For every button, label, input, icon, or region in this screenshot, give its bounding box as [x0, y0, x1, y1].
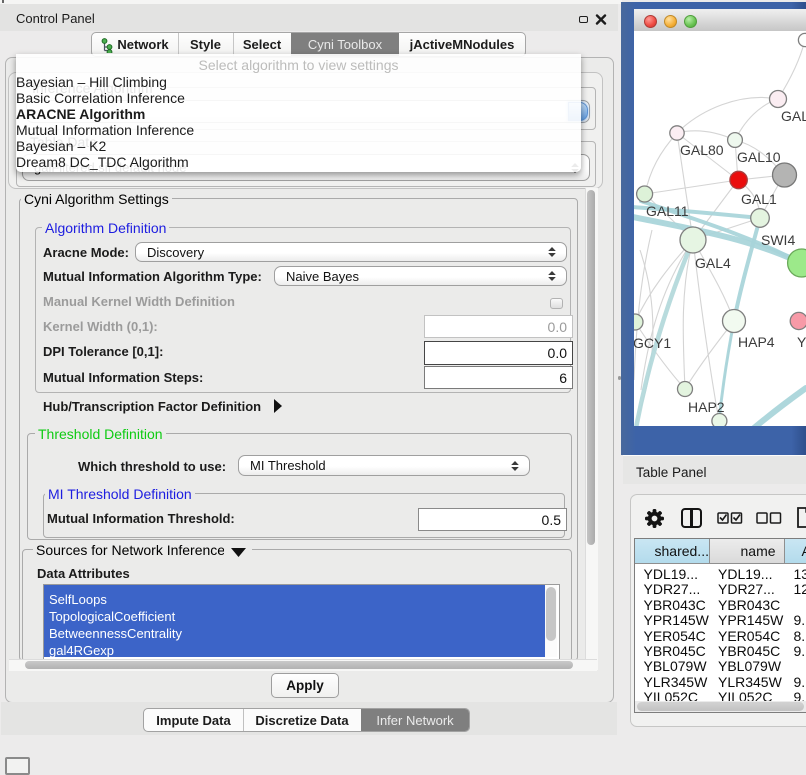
svg-text:SWI4: SWI4 — [761, 232, 795, 248]
svg-text:GAL1: GAL1 — [741, 191, 777, 207]
svg-text:GAL10: GAL10 — [737, 149, 781, 165]
svg-text:GAL80: GAL80 — [680, 142, 724, 158]
svg-text:GCY1: GCY1 — [634, 335, 671, 351]
svg-text:HAP2: HAP2 — [688, 399, 725, 415]
svg-text:Y: Y — [797, 334, 806, 350]
svg-text:HAP4: HAP4 — [738, 334, 775, 350]
svg-text:GAL4: GAL4 — [695, 255, 731, 271]
svg-text:GAL: GAL — [781, 108, 806, 124]
svg-text:GAL11: GAL11 — [646, 203, 689, 219]
